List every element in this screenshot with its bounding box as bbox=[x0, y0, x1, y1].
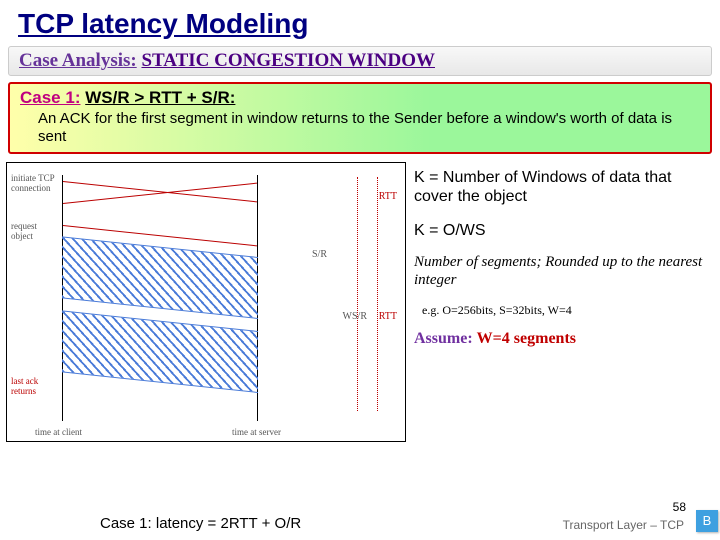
main-row: initiate TCP connection request object l… bbox=[6, 162, 714, 442]
diagram-rtt1: RTT bbox=[379, 191, 397, 202]
k-equation: K = O/WS bbox=[414, 222, 710, 240]
timing-diagram: initiate TCP connection request object l… bbox=[6, 162, 406, 442]
layer-label: Transport Layer – TCP bbox=[563, 518, 684, 532]
diagram-rtt2: RTT bbox=[379, 311, 397, 322]
segment-note: Number of segments; Rounded up to the ne… bbox=[414, 254, 710, 289]
diagram-request-label: request object bbox=[11, 221, 59, 241]
case-label: Case 1: bbox=[20, 88, 80, 107]
k-definition: K = Number of Windows of data that cover… bbox=[414, 168, 710, 206]
diagram-wsr: WS/R bbox=[343, 311, 367, 322]
assume-value: W=4 segments bbox=[477, 330, 576, 347]
subtitle-value: STATIC CONGESTION WINDOW bbox=[141, 50, 435, 71]
assume-label: Assume: bbox=[414, 330, 473, 347]
subtitle-bar: Case Analysis: STATIC CONGESTION WINDOW bbox=[8, 46, 712, 76]
corner-badge: B bbox=[696, 510, 718, 532]
latency-formula: Case 1: latency = 2RTT + O/R bbox=[100, 515, 301, 532]
diagram-lastack-label: last ack returns bbox=[11, 376, 59, 396]
assume-line: Assume: W=4 segments bbox=[414, 330, 710, 348]
example-text: e.g. O=256bits, S=32bits, W=4 bbox=[414, 303, 710, 318]
case-condition: WS/R > RTT + S/R: bbox=[85, 88, 235, 107]
diagram-init-label: initiate TCP connection bbox=[11, 173, 59, 193]
page-number: 58 bbox=[673, 500, 686, 514]
diagram-time-client: time at client bbox=[35, 427, 82, 437]
diagram-time-server: time at server bbox=[232, 427, 281, 437]
subtitle-label: Case Analysis: bbox=[19, 50, 137, 71]
case-box: Case 1: WS/R > RTT + S/R: An ACK for the… bbox=[8, 82, 712, 154]
diagram-sr: S/R bbox=[312, 249, 327, 260]
case-description: An ACK for the first segment in window r… bbox=[20, 108, 700, 146]
slide-title: TCP latency Modeling bbox=[0, 0, 720, 44]
side-notes: K = Number of Windows of data that cover… bbox=[410, 162, 714, 442]
